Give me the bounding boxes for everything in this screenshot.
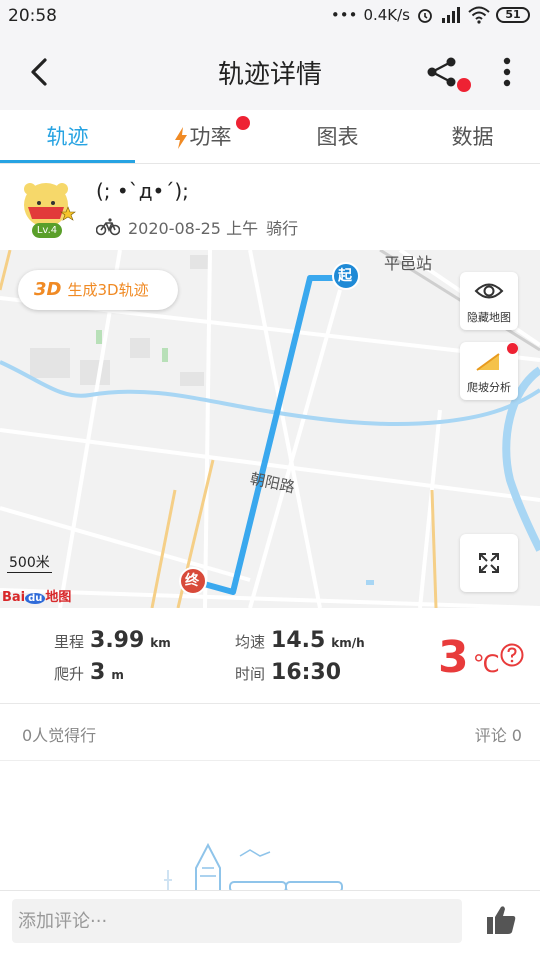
fullscreen-button[interactable] bbox=[460, 534, 518, 592]
empty-comments-illustration bbox=[164, 842, 343, 892]
social-row: 0人觉得行 评论 0 bbox=[0, 705, 540, 761]
active-tab-indicator bbox=[0, 160, 135, 163]
status-time: 20:58 bbox=[8, 6, 57, 26]
tab-track-label: 轨迹 bbox=[46, 125, 89, 149]
generate-3d-track-button[interactable]: 3D 生成3D轨迹 bbox=[18, 270, 178, 310]
temperature-value: 3 bbox=[438, 632, 469, 683]
avg-speed-value: 14.5 bbox=[271, 628, 326, 653]
comment-bar bbox=[0, 890, 540, 960]
tab-power-label: 功率 bbox=[189, 125, 232, 149]
generate-3d-label: 生成3D轨迹 bbox=[67, 281, 149, 299]
climb-stat: 爬升 3 m bbox=[54, 660, 124, 685]
tab-chart-label: 图表 bbox=[316, 125, 359, 149]
lightning-icon bbox=[174, 127, 187, 149]
share-icon[interactable] bbox=[424, 54, 460, 90]
temperature: 3 ℃ bbox=[438, 632, 500, 683]
comment-input[interactable] bbox=[12, 899, 462, 943]
tab-bar: 轨迹 功率 图表 数据 bbox=[0, 110, 540, 164]
tab-data[interactable]: 数据 bbox=[405, 110, 540, 164]
tab-power[interactable]: 功率 bbox=[135, 110, 270, 164]
status-icons: ••• 0.4K/s 51 bbox=[331, 6, 530, 24]
question-mark-icon[interactable] bbox=[500, 643, 524, 667]
user-info: Lv.4 (; •`д•´); 2020-08-25 上午 骑行 bbox=[0, 165, 540, 250]
distance-stat: 里程 3.99 km bbox=[54, 628, 171, 653]
tab-data-label: 数据 bbox=[451, 125, 494, 149]
eye-icon bbox=[474, 283, 504, 299]
share-notification-dot bbox=[457, 78, 471, 92]
temperature-unit: ℃ bbox=[472, 650, 500, 678]
title-bar: 轨迹详情 bbox=[0, 34, 540, 110]
time-stat: 时间 16:30 bbox=[235, 660, 342, 685]
ride-stats: 里程 3.99 km 均速 14.5 km/h 爬升 3 m 时间 16:30 … bbox=[0, 608, 540, 704]
user-name[interactable]: (; •`д•´); bbox=[96, 179, 189, 203]
hide-map-button[interactable]: 隐藏地图 bbox=[460, 272, 518, 330]
ride-activity: 骑行 bbox=[266, 219, 299, 238]
level-badge: Lv.4 bbox=[32, 223, 62, 238]
tab-track[interactable]: 轨迹 bbox=[0, 110, 135, 164]
tab-power-badge bbox=[236, 116, 250, 130]
3d-tag: 3D bbox=[34, 279, 62, 300]
slope-icon bbox=[476, 353, 500, 371]
tab-chart[interactable]: 图表 bbox=[270, 110, 405, 164]
end-marker-label[interactable]: 终 bbox=[185, 570, 199, 590]
status-bar: 20:58 ••• 0.4K/s 51 bbox=[0, 0, 540, 34]
climb-analysis-label: 爬坡分析 bbox=[467, 381, 511, 394]
alarm-icon bbox=[418, 9, 432, 23]
signal-icon bbox=[442, 7, 460, 23]
thumbs-up-icon[interactable] bbox=[484, 903, 518, 937]
time-value: 16:30 bbox=[271, 660, 342, 685]
map-scale: 500米 bbox=[7, 552, 52, 573]
battery-icon: 51 bbox=[496, 7, 530, 23]
wifi-icon bbox=[468, 6, 490, 24]
climb-value: 3 bbox=[90, 660, 106, 685]
bicycle-icon bbox=[96, 218, 120, 236]
avg-speed-stat: 均速 14.5 km/h bbox=[235, 628, 365, 653]
likes-count[interactable]: 0人觉得行 bbox=[22, 722, 96, 746]
ride-date: 2020-08-25 上午 bbox=[128, 219, 259, 238]
station-label: 平邑站 bbox=[384, 254, 433, 273]
comments-count[interactable]: 评论 0 bbox=[475, 722, 522, 746]
expand-icon bbox=[479, 553, 499, 573]
more-notifications-icon: ••• bbox=[330, 6, 358, 24]
ride-meta: 2020-08-25 上午 骑行 bbox=[96, 215, 298, 239]
more-options-icon[interactable] bbox=[494, 54, 520, 90]
climb-analysis-badge bbox=[507, 343, 518, 354]
route-map[interactable]: 起 终 平邑站 朝阳路 3D 生成3D轨迹 隐藏地图 爬坡分析 500米 Bai d… bbox=[0, 250, 540, 608]
start-marker-label[interactable]: 起 bbox=[338, 265, 352, 285]
network-speed: 0.4K/s bbox=[363, 6, 410, 24]
distance-value: 3.99 bbox=[90, 628, 145, 653]
baidu-map-logo: Bai du 地图 bbox=[2, 590, 72, 605]
hide-map-label: 隐藏地图 bbox=[467, 311, 511, 324]
